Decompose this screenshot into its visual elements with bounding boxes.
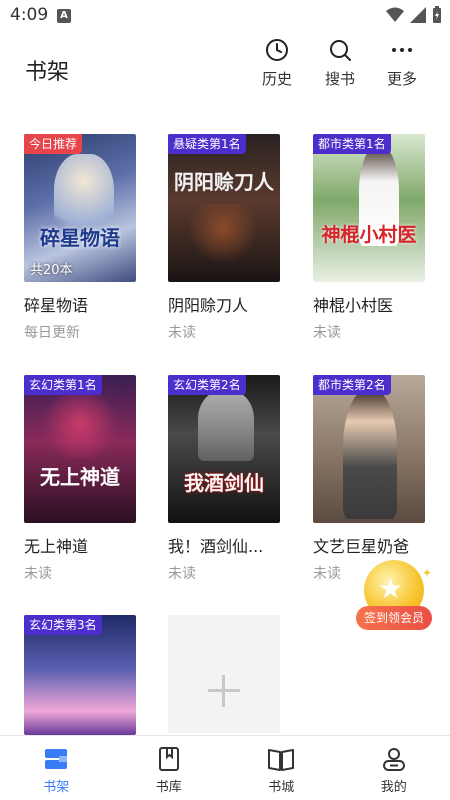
- search-button[interactable]: 搜书: [315, 38, 365, 89]
- book-cover: 都市类第2名: [313, 375, 425, 523]
- history-label: 历史: [261, 70, 292, 88]
- cover-title-text: 神棍小村医: [321, 224, 417, 246]
- book-cover: 玄幻类第1名 无上神道: [24, 375, 136, 523]
- cover-badge: 悬疑类第1名: [168, 134, 246, 154]
- cover-badge: 都市类第2名: [313, 375, 391, 395]
- cover-title-text: 无上神道: [40, 465, 120, 489]
- cover-title-text: 碎星物语: [40, 226, 120, 250]
- more-button[interactable]: 更多: [377, 38, 427, 89]
- nav-library[interactable]: 书库: [113, 736, 226, 800]
- book-card[interactable]: 都市类第2名 文艺巨星奶爸 未读: [313, 375, 433, 583]
- nav-bookshelf[interactable]: 书架: [0, 736, 113, 800]
- cover-art: [343, 389, 397, 519]
- checkin-label: 签到领会员: [356, 606, 432, 630]
- cover-badge: 玄幻类第2名: [168, 375, 246, 395]
- book-title: 神棍小村医: [313, 296, 394, 315]
- signal-icon: [410, 7, 426, 23]
- cover-badge: 今日推荐: [24, 134, 83, 154]
- book-status: 未读: [24, 566, 52, 582]
- clock-icon: [266, 39, 288, 61]
- nav-bookstore[interactable]: 书城: [225, 736, 338, 800]
- nav-label: 我的: [380, 780, 407, 795]
- more-dots-icon: [392, 48, 412, 52]
- book-card[interactable]: 都市类第1名 神棍小村医 神棍小村医 未读: [313, 134, 433, 342]
- notification-icon: A: [57, 9, 71, 23]
- plus-icon-vertical: [222, 675, 225, 707]
- cover-title-text: 阴阳赊刀人: [174, 170, 274, 194]
- battery-icon: [433, 6, 441, 23]
- checkin-reward-button[interactable]: ✦ ★ 签到领会员: [356, 560, 432, 634]
- book-cover: 都市类第1名 神棍小村医: [313, 134, 425, 282]
- add-book-button[interactable]: [168, 615, 280, 733]
- cover-badge: 都市类第1名: [313, 134, 391, 154]
- book-title: 阴阳赊刀人: [168, 296, 249, 315]
- book-cover: 悬疑类第1名 阴阳赊刀人: [168, 134, 280, 282]
- cover-badge: 玄幻类第3名: [24, 615, 102, 635]
- library-icon: [158, 747, 179, 771]
- more-label: 更多: [386, 70, 417, 88]
- book-status: 未读: [168, 325, 196, 341]
- book-card[interactable]: 悬疑类第1名 阴阳赊刀人 阴阳赊刀人 未读: [168, 134, 288, 342]
- book-title: 碎星物语: [24, 296, 89, 315]
- search-label: 搜书: [324, 70, 355, 88]
- nav-label: 书库: [155, 780, 182, 795]
- search-icon: [330, 40, 351, 61]
- book-cover: 玄幻类第3名: [24, 615, 136, 735]
- cover-title-text: 我酒剑仙: [184, 471, 264, 495]
- book-title: 我！酒剑仙...: [168, 537, 264, 556]
- nav-label: 书城: [268, 780, 295, 795]
- book-status: 未读: [313, 325, 341, 341]
- bookshelf-icon: [45, 749, 68, 769]
- book-card[interactable]: 玄幻类第2名 我酒剑仙 我！酒剑仙... 未读: [168, 375, 288, 583]
- book-cover: 今日推荐 碎星物语 共20本: [24, 134, 136, 282]
- profile-icon: [382, 748, 405, 771]
- status-bar: 4:09 A: [0, 0, 450, 32]
- cover-art: [198, 391, 254, 461]
- star-icon: ★: [378, 572, 404, 605]
- book-title: 无上神道: [24, 537, 89, 556]
- bottom-nav: 书架 书库 书城 我的: [0, 735, 450, 800]
- book-card[interactable]: 玄幻类第1名 无上神道 无上神道 未读: [24, 375, 144, 583]
- cover-badge: 玄幻类第1名: [24, 375, 102, 395]
- book-card[interactable]: 玄幻类第3名: [24, 615, 144, 735]
- book-card[interactable]: 今日推荐 碎星物语 共20本 碎星物语 每日更新: [24, 134, 144, 342]
- cover-art: [38, 389, 122, 459]
- status-icons: [386, 6, 442, 24]
- header: 书架 历史 搜书 更多: [0, 32, 450, 104]
- collection-count: 共20本: [30, 263, 73, 278]
- book-status: 每日更新: [24, 325, 80, 341]
- book-status: 未读: [168, 566, 196, 582]
- status-time: 4:09: [10, 5, 49, 25]
- wifi-icon: [386, 7, 404, 22]
- sparkle-icon: ✦: [422, 566, 433, 580]
- bookstore-icon: [268, 749, 295, 771]
- book-title: 文艺巨星奶爸: [313, 537, 410, 556]
- cover-art: [188, 204, 258, 264]
- nav-profile[interactable]: 我的: [338, 736, 450, 800]
- book-cover: 玄幻类第2名 我酒剑仙: [168, 375, 280, 523]
- history-button[interactable]: 历史: [252, 38, 302, 89]
- nav-label: 书架: [43, 780, 70, 795]
- page-title: 书架: [25, 60, 70, 85]
